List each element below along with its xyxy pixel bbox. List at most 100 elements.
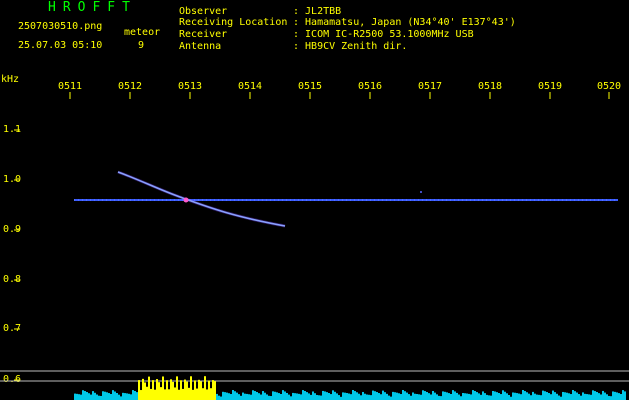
noise-bar — [486, 394, 488, 400]
noise-bar — [128, 393, 130, 400]
noise-bar — [612, 391, 614, 400]
noise-bar — [278, 393, 280, 400]
noise-bar — [220, 396, 222, 400]
noise-bar — [436, 394, 438, 400]
noise-bar — [506, 393, 508, 400]
noise-bar — [620, 394, 622, 400]
noise-bar — [332, 390, 334, 400]
noise-bar — [618, 393, 620, 400]
noise-bar — [388, 395, 390, 400]
noise-bar — [288, 394, 290, 400]
noise-bar — [588, 394, 590, 400]
noise-bar — [394, 392, 396, 400]
noise-bar — [524, 391, 526, 400]
noise-bar — [532, 391, 534, 400]
burst-bar — [148, 376, 150, 400]
burst-bar — [196, 388, 198, 400]
noise-bar — [330, 394, 332, 400]
noise-bar — [396, 392, 398, 400]
noise-bar — [74, 393, 76, 400]
burst-bar — [194, 380, 196, 400]
noise-bar — [136, 392, 138, 400]
noise-bar — [518, 393, 520, 400]
noise-bar — [384, 392, 386, 400]
noise-bar — [418, 394, 420, 400]
noise-bar — [496, 392, 498, 400]
noise-bar — [380, 394, 382, 400]
burst-bar — [176, 376, 178, 400]
noise-bar — [92, 391, 94, 400]
noise-bar — [298, 393, 300, 400]
noise-bar — [88, 393, 90, 400]
noise-bar — [408, 394, 410, 400]
noise-bar — [562, 391, 564, 400]
noise-bar — [484, 393, 486, 400]
noise-bar — [398, 393, 400, 400]
noise-bar — [250, 394, 252, 400]
noise-bar — [564, 392, 566, 400]
noise-bar — [100, 395, 102, 400]
burst-bar — [182, 388, 184, 400]
noise-bar — [566, 392, 568, 400]
noise-bar — [242, 392, 244, 400]
noise-bar — [406, 392, 408, 400]
noise-bar — [556, 393, 558, 400]
noise-bar — [290, 396, 292, 400]
noise-bar — [430, 394, 432, 400]
noise-bar — [456, 392, 458, 400]
noise-bar — [446, 392, 448, 400]
noise-bar — [402, 390, 404, 400]
burst-bar — [158, 382, 160, 400]
noise-bar — [538, 394, 540, 400]
noise-bar — [466, 393, 468, 400]
burst-bar — [160, 387, 162, 400]
noise-bar — [558, 395, 560, 400]
noise-bar — [596, 392, 598, 400]
noise-bar — [292, 392, 294, 400]
noise-bar — [378, 393, 380, 400]
noise-bar — [474, 391, 476, 400]
noise-bar — [218, 395, 220, 400]
noise-bar — [578, 394, 580, 400]
noise-bar — [344, 392, 346, 400]
noise-bar — [542, 390, 544, 400]
noise-bar — [282, 390, 284, 400]
burst-bar — [204, 376, 206, 400]
noise-bar — [422, 390, 424, 400]
noise-bar — [272, 391, 274, 400]
noise-bar — [580, 395, 582, 400]
noise-bar — [432, 390, 434, 400]
noise-bar — [412, 392, 414, 400]
noise-bar — [440, 396, 442, 400]
noise-bar — [468, 393, 470, 400]
noise-bar — [572, 390, 574, 400]
burst-bar — [144, 382, 146, 400]
spectrogram — [0, 92, 629, 400]
burst-bar — [174, 387, 176, 400]
burst-bar — [180, 380, 182, 400]
noise-bar — [488, 395, 490, 400]
noise-bar — [434, 392, 436, 400]
noise-bar — [360, 395, 362, 400]
noise-bar — [504, 391, 506, 400]
noise-bar — [592, 390, 594, 400]
noise-bar — [348, 393, 350, 400]
noise-bar — [284, 391, 286, 400]
noise-bar — [80, 394, 82, 400]
noise-bar — [300, 394, 302, 400]
noise-bar — [90, 394, 92, 400]
noise-bar — [96, 394, 98, 400]
noise-bar — [110, 394, 112, 400]
noise-bar — [342, 392, 344, 400]
noise-bar — [102, 391, 104, 400]
noise-bar — [314, 393, 316, 400]
noise-bar — [334, 391, 336, 400]
burst-bar — [162, 376, 164, 400]
noise-bar — [614, 391, 616, 400]
noise-bar — [546, 392, 548, 400]
noise-bar — [550, 394, 552, 400]
noise-bar — [372, 390, 374, 400]
noise-bar — [392, 391, 394, 400]
noise-bar — [428, 393, 430, 400]
noise-bar — [312, 391, 314, 400]
